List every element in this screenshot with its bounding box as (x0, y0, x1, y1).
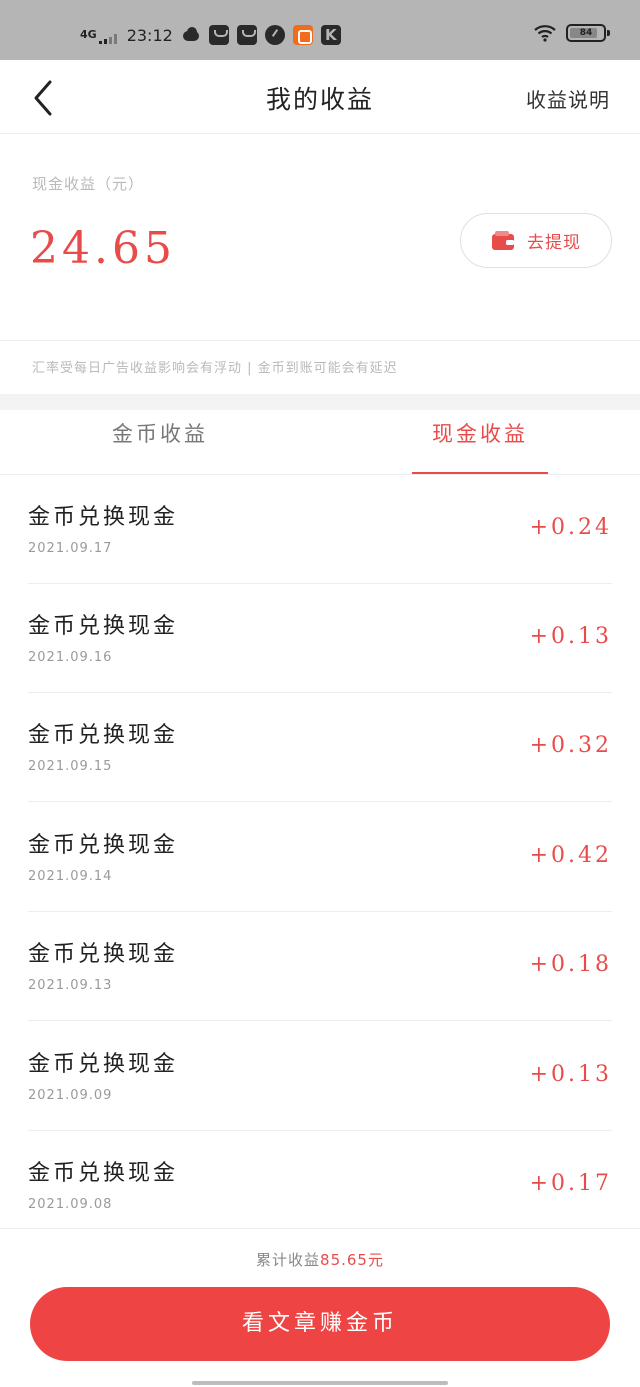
cumulative-earnings: 累计收益85.65元 (0, 1249, 640, 1270)
network-type: 4G (80, 28, 97, 41)
status-bar: 4G 23:12 K 84 (0, 0, 640, 60)
record-title: 金币兑换现金 (28, 833, 179, 858)
record-amount: +0.17 (529, 1171, 612, 1196)
wallet-icon (492, 230, 514, 250)
clock: 23:12 (126, 25, 173, 45)
record-title: 金币兑换现金 (28, 1052, 179, 1077)
record-amount: +0.13 (529, 1062, 612, 1087)
list-item[interactable]: 金币兑换现金 2021.09.15 +0.32 (28, 693, 612, 802)
wifi-icon (534, 25, 556, 42)
battery-icon: 84 (566, 24, 610, 42)
record-amount: +0.42 (529, 843, 612, 868)
compass-icon (264, 25, 285, 45)
cumulative-earnings-label: 累计收益 (256, 1251, 321, 1269)
active-tab-indicator (412, 472, 548, 474)
list-item[interactable]: 金币兑换现金 2021.09.08 +0.17 (28, 1131, 612, 1240)
tab-coin-earnings[interactable]: 金币收益 (0, 418, 320, 448)
status-bar-left: 4G 23:12 K (80, 22, 341, 48)
record-amount: +0.24 (529, 515, 612, 540)
signal-icon (98, 34, 117, 44)
earnings-explanation-link[interactable]: 收益说明 (526, 84, 610, 113)
shopping-bag-icon (208, 25, 229, 45)
record-title: 金币兑换现金 (28, 614, 179, 639)
shopping-bag-icon (236, 25, 257, 45)
tab-cash-earnings[interactable]: 现金收益 (320, 418, 640, 448)
list-item[interactable]: 金币兑换现金 2021.09.17 +0.24 (28, 475, 612, 584)
home-indicator[interactable] (192, 1381, 448, 1385)
record-title: 金币兑换现金 (28, 723, 179, 748)
record-date: 2021.09.15 (28, 759, 113, 774)
battery-percent: 84 (579, 28, 593, 38)
cash-earnings-amount: 24.65 (30, 223, 176, 274)
record-date: 2021.09.08 (28, 1197, 113, 1212)
list-item[interactable]: 金币兑换现金 2021.09.16 +0.13 (28, 584, 612, 693)
section-separator (0, 394, 640, 410)
read-articles-earn-coins-button[interactable]: 看文章赚金币 (30, 1287, 610, 1361)
record-amount: +0.13 (529, 624, 612, 649)
navigation-bar: 我的收益 收益说明 (0, 60, 640, 134)
record-date: 2021.09.09 (28, 1088, 113, 1103)
list-item[interactable]: 金币兑换现金 2021.09.13 +0.18 (28, 912, 612, 1021)
cumulative-earnings-value: 85.65元 (320, 1251, 384, 1269)
record-title: 金币兑换现金 (28, 942, 179, 967)
record-amount: +0.18 (529, 952, 612, 977)
cash-earnings-label: 现金收益（元） (32, 175, 145, 193)
withdraw-label: 去提现 (527, 233, 581, 253)
cloud-icon (181, 25, 201, 45)
record-date: 2021.09.13 (28, 978, 113, 993)
status-bar-right: 84 (534, 24, 610, 42)
divider (0, 340, 640, 341)
list-item[interactable]: 金币兑换现金 2021.09.09 +0.13 (28, 1022, 612, 1131)
record-date: 2021.09.17 (28, 541, 113, 556)
earnings-tabs: 金币收益 现金收益 (0, 410, 640, 475)
k-app-icon: K (320, 25, 341, 45)
exchange-rate-notice: 汇率受每日广告收益影响会有浮动 | 金币到账可能会有延迟 (32, 361, 398, 376)
earnings-card: 现金收益（元） 24.65 去提现 汇率受每日广告收益影响会有浮动 | 金币到账… (0, 135, 640, 394)
record-amount: +0.32 (529, 733, 612, 758)
record-title: 金币兑换现金 (28, 505, 179, 530)
list-item[interactable]: 金币兑换现金 2021.09.14 +0.42 (28, 803, 612, 912)
record-date: 2021.09.16 (28, 650, 113, 665)
orange-app-icon (292, 25, 313, 45)
footer: 累计收益85.65元 看文章赚金币 (0, 1228, 640, 1387)
record-title: 金币兑换现金 (28, 1161, 179, 1186)
withdraw-button[interactable]: 去提现 (460, 213, 612, 268)
record-date: 2021.09.14 (28, 869, 113, 884)
